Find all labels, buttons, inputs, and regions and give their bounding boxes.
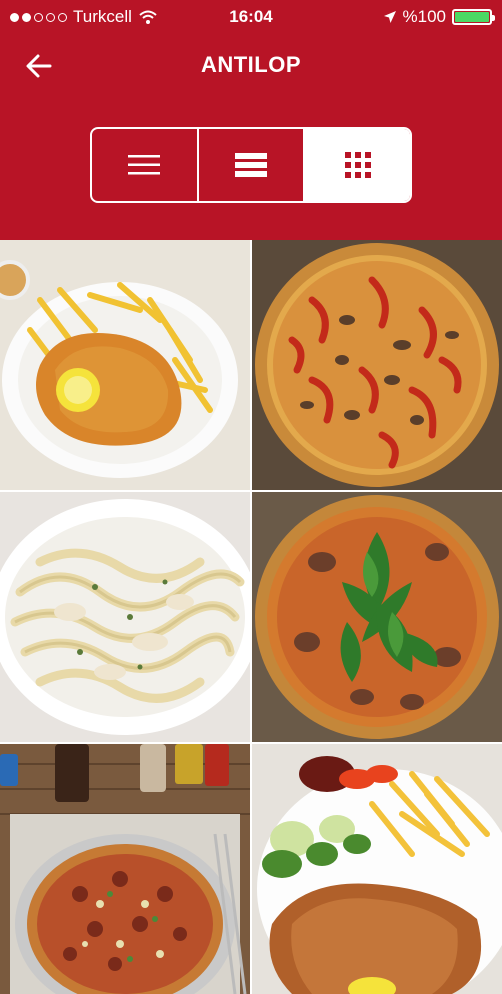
battery-percent: %100 [402, 7, 446, 26]
fettuccine-image [0, 492, 250, 742]
battery-icon [452, 9, 495, 25]
list-view-icon [128, 155, 161, 175]
grid-view-icon [344, 152, 371, 178]
gallery-photo-pizza-peppers[interactable] [252, 240, 502, 490]
app-header: Turkcell 16:04 %100 ANTILOP [0, 0, 502, 240]
detailed-list-view-button[interactable] [196, 129, 304, 201]
schnitzel-fries-image [0, 240, 250, 490]
photo-gallery [0, 240, 502, 994]
gallery-photo-pizza-table[interactable] [0, 744, 250, 994]
grid-view-button[interactable] [303, 129, 410, 201]
view-mode-switcher [90, 127, 412, 203]
list-view-button[interactable] [92, 129, 197, 201]
pizza-arugula-image [252, 492, 502, 742]
schnitzel-salad-image [252, 744, 502, 994]
gallery-photo-fettuccine[interactable] [0, 492, 250, 742]
location-arrow-icon [383, 11, 396, 23]
detailed-list-view-icon [235, 153, 267, 177]
page-title: ANTILOP [200, 52, 302, 77]
status-right: %100 [383, 7, 495, 27]
pizza-peppers-image [252, 240, 502, 490]
status-bar: Turkcell 16:04 %100 [0, 0, 502, 34]
gallery-photo-schnitzel-salad[interactable] [252, 744, 502, 994]
gallery-photo-pizza-arugula[interactable] [252, 492, 502, 742]
gallery-photo-schnitzel-fries[interactable] [0, 240, 250, 490]
pizza-table-image [0, 744, 250, 994]
